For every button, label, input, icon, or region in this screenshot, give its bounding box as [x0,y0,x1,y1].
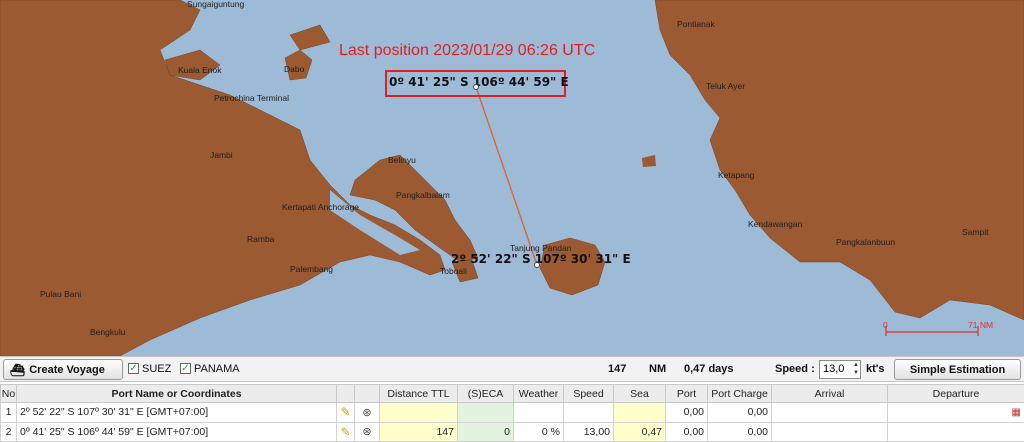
last-position-marker[interactable] [473,84,479,90]
panama-label: PANAMA [194,363,240,375]
scale-end-label: 71 NM [968,320,994,330]
column-header[interactable]: Port Name or Coordinates [16,383,337,404]
column-header[interactable]: Departure [887,383,1024,404]
ship-icon: ⛴ [10,362,26,377]
seca-cell[interactable]: 0 [457,421,514,442]
place-label: Bengkulu [90,327,126,337]
place-label: Pangkalanbuun [836,237,896,247]
speed-label: Speed : [775,363,815,375]
locate-icon[interactable]: ⊛ [354,421,380,442]
row-number: 2 [0,421,17,442]
table-row[interactable]: 1 2º 52' 22" S 107º 30' 31" E [GMT+07:00… [0,402,1024,423]
voyage-toolbar: ⛴ Create Voyage ✓ SUEZ ✓ PANAMA 147 NM 0… [0,356,1024,382]
port-name-cell[interactable]: 0º 41' 25" S 106º 44' 59" E [GMT+07:00] [16,421,337,442]
start-position-coord: 2º 52' 22" S 107º 30' 31" E [451,252,631,266]
distance-unit: NM [649,363,667,375]
place-label: Sampit [962,227,989,237]
locate-icon[interactable]: ⊛ [354,402,380,423]
place-label: Belinyu [388,155,416,165]
table-header-row: No Port Name or Coordinates Distance TTL… [0,383,1024,404]
seca-cell[interactable] [457,402,514,423]
departure-cell[interactable] [887,421,1024,442]
speed-spinner[interactable]: ▲ ▼ [852,361,860,378]
edit-pencil-icon[interactable]: ✎ [336,402,355,423]
place-label: Tanjung Pandan [510,243,572,253]
weather-cell[interactable] [513,402,564,423]
port-cell[interactable]: 0,00 [665,421,708,442]
port-charge-cell[interactable]: 0,00 [707,402,772,423]
column-header[interactable]: (S)ECA [457,383,514,404]
days-value: 0,47 days [684,363,734,375]
port-cell[interactable]: 0,00 [665,402,708,423]
scale-start-label: 0 [883,320,888,330]
last-position-title: Last position 2023/01/29 06:26 UTC [339,42,596,59]
speed-cell[interactable]: 13,00 [563,421,614,442]
place-label: Kuala Enok [178,65,222,75]
table-row[interactable]: 2 0º 41' 25" S 106º 44' 59" E [GMT+07:00… [0,421,1024,442]
column-header [336,383,355,404]
distance-value: 147 [608,363,627,375]
place-label: Palembang [290,264,334,274]
speed-unit: kt's [866,363,885,375]
column-header[interactable]: Weather [513,383,564,404]
column-header[interactable]: Arrival [771,383,888,404]
arrival-cell[interactable] [771,421,888,442]
voyage-table: No Port Name or Coordinates Distance TTL… [0,383,1024,442]
place-label: Pontianak [677,19,715,29]
place-label: Pangkalbalam [396,190,450,200]
map-view[interactable]: Last position 2023/01/29 06:26 UTC 0º 41… [0,0,1024,356]
simple-estimation-button[interactable]: Simple Estimation [894,359,1021,380]
panama-checkbox[interactable]: ✓ [180,363,191,374]
edit-pencil-icon[interactable]: ✎ [336,421,355,442]
column-header[interactable]: Distance TTL [379,383,458,404]
weather-cell[interactable]: 0 % [513,421,564,442]
singkep-island [289,24,331,51]
column-header[interactable]: Sea [613,383,666,404]
departure-cell[interactable]: ▦ [887,402,1024,423]
port-name-cell[interactable]: 2º 52' 22" S 107º 30' 31" E [GMT+07:00] [16,402,337,423]
suez-checkbox[interactable]: ✓ [128,363,139,374]
calendar-icon[interactable]: ▦ [1012,407,1021,418]
borneo-land [654,0,1024,321]
column-header[interactable]: No [0,383,17,404]
column-header[interactable]: Port Charge [707,383,772,404]
place-label: Kendawangan [748,219,803,229]
column-header [354,383,380,404]
column-header[interactable]: Port [665,383,708,404]
suez-label: SUEZ [142,363,172,375]
distance-cell[interactable]: 147 [379,421,458,442]
row-number: 1 [0,402,17,423]
distance-cell[interactable] [379,402,458,423]
place-label: Teluk Ayer [706,81,746,91]
speed-cell[interactable] [563,402,614,423]
create-voyage-button[interactable]: ⛴ Create Voyage [3,359,123,380]
place-label: Jambi [210,150,233,160]
arrival-cell[interactable] [771,402,888,423]
place-label: Kertapati Anchorage [282,202,360,212]
small-islet [642,155,656,167]
sea-cell[interactable]: 0,47 [613,421,666,442]
place-label: Sungaiguntung [187,0,245,9]
place-label: Ramba [247,234,275,244]
place-label: Petrochina Terminal [214,93,289,103]
start-position-marker[interactable] [534,262,540,268]
place-label: Toboali [440,266,467,276]
place-label: Ketapang [718,170,755,180]
place-label: Pulau Bani [40,289,82,299]
column-header[interactable]: Speed [563,383,614,404]
port-charge-cell[interactable]: 0,00 [707,421,772,442]
sea-cell[interactable] [613,402,666,423]
route-line [475,86,538,266]
place-label: Dabo [284,64,305,74]
